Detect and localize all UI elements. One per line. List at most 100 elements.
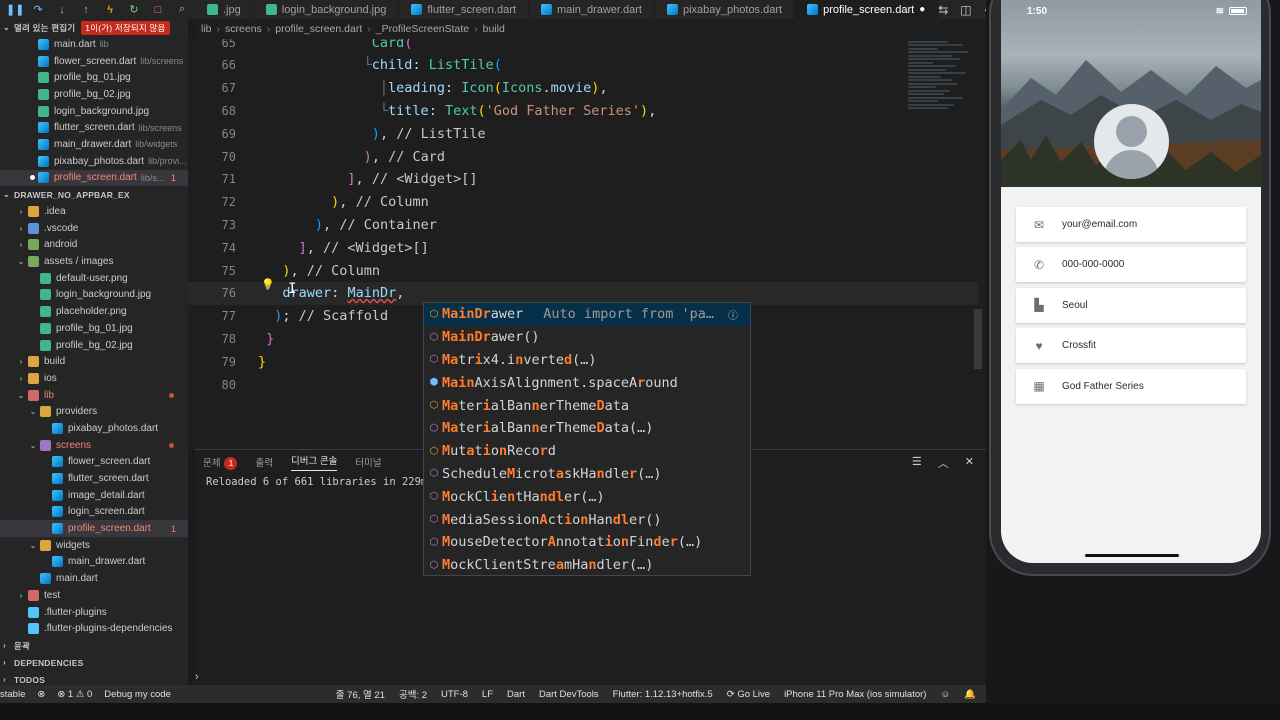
debug-console-prompt[interactable]: ›: [195, 671, 199, 683]
status-item[interactable]: 공백: 2: [399, 687, 427, 701]
tree-item[interactable]: › build: [0, 353, 188, 370]
suggestion-item[interactable]: ⬢ MainAxisAlignment.spaceAround: [424, 371, 750, 394]
sidebar-section-header[interactable]: › TODOS: [0, 671, 188, 685]
close-panel-icon[interactable]: ✕: [965, 455, 974, 471]
open-editor-item[interactable]: main.dart lib: [0, 36, 188, 53]
code-line[interactable]: 70 ), // Card: [188, 145, 978, 168]
code-line[interactable]: 69 ), // ListTile: [188, 122, 978, 145]
code-line[interactable]: 74 ], // <Widget>[]: [188, 236, 978, 259]
panel-tab[interactable]: 터미널: [355, 455, 381, 469]
step-into-icon[interactable]: ↓: [54, 4, 70, 16]
project-header[interactable]: ⌄ DRAWER_NO_APPBAR_EX: [0, 186, 188, 203]
status-item[interactable]: Dart DevTools: [539, 689, 599, 700]
restart-icon[interactable]: ↻: [126, 3, 142, 16]
profile-list-tile[interactable]: ♥ Crossfit: [1016, 328, 1246, 364]
tree-item[interactable]: flower_screen.dart: [0, 454, 188, 471]
pause-icon[interactable]: ❚❚: [6, 3, 24, 16]
tree-item[interactable]: .flutter-plugins-dependencies: [0, 620, 188, 637]
tree-item[interactable]: ⌄ providers: [0, 403, 188, 420]
status-item[interactable]: ⟳ Go Live: [727, 689, 770, 700]
open-editor-item[interactable]: main_drawer.dart lib/widgets: [0, 136, 188, 153]
tree-item[interactable]: main_drawer.dart: [0, 554, 188, 571]
tree-item[interactable]: › android: [0, 237, 188, 254]
status-item[interactable]: iPhone 11 Pro Max (ios simulator): [784, 689, 926, 700]
status-item[interactable]: Debug my code: [104, 689, 171, 700]
status-item[interactable]: Flutter: 1.12.13+hotfix.5: [613, 689, 713, 700]
code-line[interactable]: 66 └child: ListTile(: [188, 54, 978, 77]
tree-item[interactable]: › ios: [0, 370, 188, 387]
tree-item[interactable]: main.dart: [0, 570, 188, 587]
status-item[interactable]: Dart: [507, 689, 525, 700]
editor-tab[interactable]: login_background.jpg: [254, 0, 400, 19]
code-line[interactable]: 67 │leading: Icon(Icons.movie),: [188, 77, 978, 100]
suggestion-item[interactable]: ⬡ Matrix4.inverted(…): [424, 349, 750, 372]
suggestion-item[interactable]: ⬡ MockClientHandler(…): [424, 485, 750, 508]
code-line[interactable]: 68 └title: Text('God Father Series'),: [188, 99, 978, 122]
suggestion-item[interactable]: ⬡ MockClientStreamHandler(…): [424, 554, 750, 577]
filter-icon[interactable]: ☰: [912, 455, 922, 471]
simulator-screen[interactable]: 1:50 ≋ ✉ your@email.com ✆ 000-000-0000 ▙ Seou…: [1001, 0, 1261, 563]
tree-item[interactable]: flutter_screen.dart: [0, 470, 188, 487]
tree-item[interactable]: default-user.png: [0, 270, 188, 287]
open-editor-item[interactable]: flower_screen.dart lib/screens: [0, 53, 188, 70]
step-over-icon[interactable]: ↷: [30, 3, 46, 16]
code-line[interactable]: 65 Card(: [188, 39, 978, 54]
open-editor-item[interactable]: flutter_screen.dart lib/screens: [0, 119, 188, 136]
tree-item[interactable]: .flutter-plugins: [0, 604, 188, 621]
open-editor-item[interactable]: login_background.jpg: [0, 103, 188, 120]
suggestion-item[interactable]: ⬡ MutationRecord: [424, 440, 750, 463]
profile-list-tile[interactable]: ▙ Seoul: [1016, 287, 1246, 323]
tree-item[interactable]: ⌄ assets / images: [0, 253, 188, 270]
editor-scrollbar[interactable]: [974, 309, 982, 369]
tree-item[interactable]: ⌄ lib: [0, 387, 188, 404]
tree-item[interactable]: › .vscode: [0, 220, 188, 237]
sidebar-section-header[interactable]: › DEPENDENCIES: [0, 654, 188, 671]
open-changes-icon[interactable]: ⇆: [938, 3, 948, 17]
suggestion-item[interactable]: ⬡ MainDrawer(): [424, 326, 750, 349]
editor-tab[interactable]: .jpg: [195, 0, 254, 19]
suggestion-item[interactable]: ⬡ MaterialBannerThemeData: [424, 394, 750, 417]
editor-tab[interactable]: pixabay_photos.dart: [655, 0, 796, 19]
hot-reload-icon[interactable]: ϟ: [102, 4, 118, 16]
status-item[interactable]: ⊗: [37, 689, 45, 700]
editor-tab[interactable]: profile_screen.dart ●: [795, 0, 939, 19]
tree-item[interactable]: › test: [0, 587, 188, 604]
status-item[interactable]: LF: [482, 689, 493, 700]
profile-list-tile[interactable]: ✆ 000-000-0000: [1016, 247, 1246, 283]
suggestion-item[interactable]: ⬡ ScheduleMicrotaskHandler(…): [424, 463, 750, 486]
stop-icon[interactable]: □: [150, 4, 166, 16]
lightbulb-icon[interactable]: 💡: [261, 278, 275, 291]
code-line[interactable]: 72 ), // Column: [188, 191, 978, 214]
profile-list-tile[interactable]: ✉ your@email.com: [1016, 207, 1246, 242]
split-editor-icon[interactable]: ◫: [960, 3, 971, 17]
tree-item[interactable]: profile_screen.dart 1: [0, 520, 188, 537]
open-editor-item[interactable]: profile_bg_01.jpg: [0, 69, 188, 86]
tree-item[interactable]: login_background.jpg: [0, 287, 188, 304]
suggestion-item[interactable]: ⬡ MediaSessionActionHandler(): [424, 508, 750, 531]
panel-tab[interactable]: 문제 1: [203, 455, 238, 470]
status-item[interactable]: 줄 76, 열 21: [336, 687, 385, 701]
panel-tab[interactable]: 출력: [255, 455, 272, 469]
code-line[interactable]: 75 ), // Column: [188, 259, 978, 282]
status-item[interactable]: UTF-8: [441, 689, 468, 700]
info-icon[interactable]: ⓘ: [728, 307, 738, 322]
open-editor-item[interactable]: pixabay_photos.dart lib/provi...: [0, 153, 188, 170]
editor-tab[interactable]: flutter_screen.dart: [399, 0, 529, 19]
open-editor-item[interactable]: profile_screen.dart lib/s... 1: [0, 169, 188, 187]
editor-tab[interactable]: main_drawer.dart: [529, 0, 655, 19]
tree-item[interactable]: image_detail.dart: [0, 487, 188, 504]
tree-item[interactable]: › .idea: [0, 203, 188, 220]
suggestion-item[interactable]: ⬡ MainDrawer Auto import from 'pa… ⓘ: [424, 303, 750, 326]
tree-item[interactable]: ⌄ screens: [0, 437, 188, 454]
tree-item[interactable]: profile_bg_01.jpg: [0, 320, 188, 337]
panel-tab[interactable]: 디버그 콘솔: [290, 453, 338, 471]
open-editor-item[interactable]: profile_bg_02.jpg: [0, 86, 188, 103]
suggestion-item[interactable]: ⬡ MaterialBannerThemeData(…): [424, 417, 750, 440]
breadcrumb-item[interactable]: _ProfileScreenState: [376, 23, 469, 35]
status-item[interactable]: ☺: [940, 689, 950, 700]
autocomplete-widget[interactable]: ⬡ MainDrawer Auto import from 'pa… ⓘ ⬡ MainDr…: [423, 302, 751, 576]
status-item[interactable]: stable: [0, 689, 25, 700]
breadcrumb-item[interactable]: screens: [225, 23, 262, 35]
profile-list-tile[interactable]: ▦ God Father Series: [1016, 368, 1246, 404]
step-out-icon[interactable]: ↑: [78, 4, 94, 16]
